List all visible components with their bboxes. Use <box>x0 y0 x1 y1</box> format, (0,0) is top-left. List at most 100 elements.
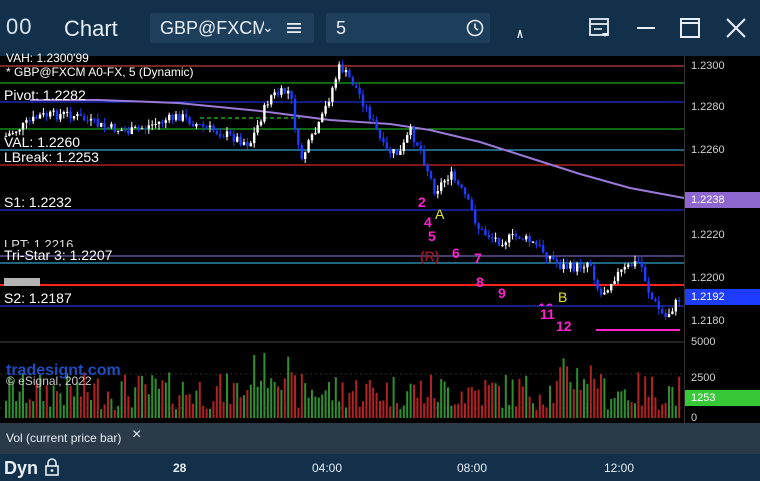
price-bar-body <box>259 121 263 126</box>
volume-bar <box>168 372 171 418</box>
volume-bar <box>324 390 327 418</box>
price-bar-body <box>263 104 266 122</box>
volume-bar <box>280 389 283 418</box>
cursor-icon[interactable] <box>506 14 534 42</box>
price-bar-body <box>317 122 320 133</box>
count-label: 2 <box>418 194 426 210</box>
volume-bar <box>253 354 256 418</box>
interval-selector[interactable]: 5 <box>326 13 490 43</box>
close-study-icon[interactable]: × <box>132 426 141 444</box>
price-bar-body <box>154 123 157 125</box>
volume-bar <box>613 397 616 418</box>
price-bar-body <box>178 114 181 121</box>
volume-bar <box>661 404 664 418</box>
volume-bar <box>674 405 677 418</box>
price-bar-body <box>412 127 416 143</box>
price-axis[interactable]: 1.2300 1.2280 1.2260 1.2238 1.2220 1.220… <box>684 56 760 342</box>
time-label: 12:00 <box>604 461 635 475</box>
price-bar-body <box>589 262 592 266</box>
price-bar-body <box>202 124 205 127</box>
volume-bar <box>175 409 177 418</box>
price-bar-body <box>395 149 399 155</box>
close-icon[interactable] <box>722 14 750 42</box>
volume-bar <box>586 383 589 418</box>
volume-bar <box>593 378 596 418</box>
volume-bar <box>18 391 21 418</box>
time-label: 28 <box>173 461 187 475</box>
volume-bar <box>603 378 606 418</box>
price-bar-body <box>215 130 218 134</box>
volume-study-label[interactable]: Vol (current price bar) <box>6 431 121 445</box>
chart-window-icon: 00 <box>6 14 33 39</box>
layout-icon[interactable] <box>586 14 614 42</box>
volume-bar <box>5 400 7 418</box>
volume-bar <box>589 365 592 418</box>
chart-panel[interactable]: VAH: 1.2300'99 * GBP@FXCM A0-FX, 5 (Dyna… <box>0 51 760 423</box>
price-bar-body <box>355 85 358 88</box>
price-bar-body <box>225 131 229 137</box>
price-bar-body <box>514 234 518 237</box>
price-tick: 1.2280 <box>691 101 725 113</box>
price-tick: 1.2200 <box>691 272 725 284</box>
dynamic-mode-toggle[interactable]: Dyn <box>4 458 38 479</box>
price-bar-body <box>246 142 249 147</box>
volume-bar <box>113 409 116 418</box>
price-bar-body <box>402 142 405 152</box>
volume-bar <box>379 400 381 418</box>
volume-bar <box>120 381 123 418</box>
volume-bar <box>477 389 480 418</box>
price-bar-body <box>219 133 222 137</box>
volume-bar <box>532 403 534 418</box>
volume-bar <box>426 397 429 418</box>
volume-study-bar: Vol (current price bar) × <box>0 423 760 454</box>
volume-bar <box>178 395 181 418</box>
volume-bar <box>246 389 249 418</box>
time-axis[interactable]: Dyn 28 04:00 08:00 12:00 <box>0 454 760 481</box>
volume-bar <box>562 358 565 418</box>
symbol-value[interactable]: GBP@FXCM <box>160 18 264 39</box>
price-bar-body <box>283 88 286 94</box>
volume-axis[interactable]: 5000 2500 1253 0 <box>684 336 760 424</box>
price-bar-body <box>620 269 623 272</box>
price-bar-body <box>287 90 290 94</box>
price-bar-body <box>569 262 572 269</box>
volume-bar <box>600 374 602 418</box>
tristar-label: Tri-Star 3: 1.2207 <box>4 247 113 263</box>
menu-icon[interactable] <box>286 20 302 36</box>
symbol-selector[interactable]: GBP@FXCM ⌄ <box>150 13 314 43</box>
volume-bar <box>572 389 575 418</box>
clock-icon[interactable] <box>466 19 484 37</box>
volume-bar <box>542 404 545 418</box>
price-bar-body <box>55 110 59 120</box>
lock-icon[interactable] <box>44 458 60 476</box>
price-bar-body <box>525 235 528 240</box>
volume-bar <box>623 389 626 418</box>
volume-bar <box>430 374 432 418</box>
volume-bar <box>518 378 521 418</box>
price-bar-body <box>351 77 354 86</box>
minimize-icon[interactable] <box>632 14 660 42</box>
volume-bar <box>481 405 483 418</box>
volume-bar <box>212 401 215 418</box>
volume-bar <box>338 401 341 418</box>
price-bar-body <box>103 122 106 128</box>
volume-bar <box>396 403 398 418</box>
volume-bar <box>307 397 310 418</box>
volume-bar <box>321 394 324 418</box>
interval-value[interactable]: 5 <box>336 18 346 39</box>
volume-bar <box>402 405 405 418</box>
price-bar-body <box>531 241 535 243</box>
price-bar-body <box>127 130 130 134</box>
volume-bar <box>668 386 670 418</box>
volume-bar <box>457 403 460 418</box>
price-bar-body <box>358 87 361 95</box>
price-bar-body <box>511 234 514 236</box>
maximize-icon[interactable] <box>676 14 704 42</box>
price-tick: 1.2260 <box>691 144 725 156</box>
chevron-down-icon[interactable]: ⌄ <box>262 19 274 36</box>
price-bar-body <box>144 128 147 130</box>
volume-bar <box>59 393 62 418</box>
price-bar-body <box>15 131 18 133</box>
volume-bar <box>555 380 558 418</box>
price-bar-body <box>603 292 606 295</box>
